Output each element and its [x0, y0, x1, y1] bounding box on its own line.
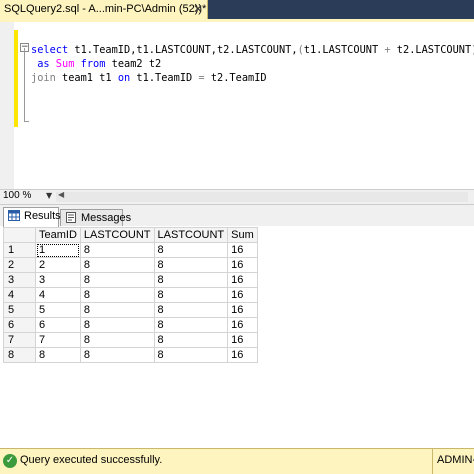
changed-lines-marker: [14, 30, 18, 127]
grid-cell[interactable]: 16: [227, 272, 258, 288]
row-number[interactable]: 2: [3, 257, 36, 273]
code-expr-2: t2.LASTCOUNT: [396, 44, 472, 56]
grid-cell[interactable]: 1: [35, 242, 81, 258]
row-number[interactable]: 6: [3, 317, 36, 333]
query-editor[interactable]: − select t1.TeamID,t1.LASTCOUNT,t2.LASTC…: [0, 22, 474, 189]
grid-icon: [8, 210, 20, 221]
scroll-left-icon[interactable]: ◀: [58, 190, 64, 199]
column-header[interactable]: LASTCOUNT: [79, 227, 155, 243]
grid-cell[interactable]: 8: [153, 242, 229, 258]
row-number[interactable]: 8: [3, 347, 36, 363]
code-join-right: t2.TeamID: [204, 72, 267, 84]
sql-code[interactable]: select t1.TeamID,t1.LASTCOUNT,t2.LASTCOU…: [31, 43, 474, 85]
table-row[interactable]: 1 1 8 8 16: [3, 242, 258, 258]
table-row[interactable]: 3 3 8 8 16: [3, 272, 258, 288]
document-tab[interactable]: SQLQuery2.sql - A...min-PC\Admin (52))* …: [0, 0, 208, 19]
grid-cell[interactable]: 16: [227, 347, 258, 363]
grid-cell[interactable]: 16: [227, 317, 258, 333]
grid-cell[interactable]: 16: [227, 257, 258, 273]
grid-cell[interactable]: 8: [79, 242, 155, 258]
messages-icon: [65, 212, 77, 223]
table-row[interactable]: 4 4 8 8 16: [3, 287, 258, 303]
column-header[interactable]: LASTCOUNT: [153, 227, 229, 243]
keyword-from: from: [74, 58, 106, 70]
code-join-table: team1 t1: [55, 72, 118, 84]
status-bar: ✓ Query executed successfully. ADMIN-: [0, 448, 474, 474]
fold-guide: [24, 48, 25, 122]
column-header[interactable]: TeamID: [35, 227, 81, 243]
grid-cell[interactable]: 8: [79, 317, 155, 333]
fold-guide-end: [24, 121, 29, 122]
grid-cell[interactable]: 16: [227, 332, 258, 348]
grid-cell[interactable]: 8: [153, 332, 229, 348]
grid-cell[interactable]: 8: [153, 287, 229, 303]
code-join-left: t1.TeamID: [130, 72, 199, 84]
zoom-bar: 100 % ▼ ◀: [0, 189, 474, 205]
keyword-select: select: [31, 44, 69, 56]
grid-cell[interactable]: 8: [153, 272, 229, 288]
table-row[interactable]: 2 2 8 8 16: [3, 257, 258, 273]
document-tab-title: SQLQuery2.sql - A...min-PC\Admin (52))*: [4, 3, 207, 15]
tab-messages-label: Messages: [81, 212, 132, 224]
tab-results[interactable]: Results: [3, 207, 61, 227]
grid-cell[interactable]: 8: [153, 347, 229, 363]
checkmark-icon: ✓: [3, 454, 17, 468]
row-number[interactable]: 1: [3, 242, 36, 258]
row-number[interactable]: 5: [3, 302, 36, 318]
grid-cell[interactable]: 16: [227, 287, 258, 303]
status-message: Query executed successfully.: [20, 454, 163, 466]
table-row[interactable]: 6 6 8 8 16: [3, 317, 258, 333]
keyword-join: join: [31, 72, 56, 84]
code-expr-1: t1.LASTCOUNT: [303, 44, 379, 56]
horizontal-scrollbar[interactable]: [56, 192, 468, 202]
grid-cell[interactable]: 2: [35, 257, 81, 273]
grid-cell[interactable]: 8: [153, 302, 229, 318]
code-line-1: select t1.TeamID,t1.LASTCOUNT,t2.LASTCOU…: [31, 43, 474, 57]
row-number[interactable]: 3: [3, 272, 36, 288]
grid-cell[interactable]: 8: [35, 347, 81, 363]
chevron-down-icon[interactable]: ▼: [46, 191, 52, 200]
tab-messages[interactable]: Messages: [60, 209, 131, 226]
grid-cell[interactable]: 8: [79, 257, 155, 273]
results-grid-area: TeamID LASTCOUNT LASTCOUNT Sum 1 1 8 8 16 2 2 8…: [0, 226, 474, 446]
grid-cell[interactable]: 6: [35, 317, 81, 333]
tab-results-label: Results: [24, 210, 61, 222]
grid-cell[interactable]: 4: [35, 287, 81, 303]
grid-corner[interactable]: [3, 227, 36, 243]
grid-cell[interactable]: 16: [227, 302, 258, 318]
code-line-3: join team1 t1 on t1.TeamID = t2.TeamID: [31, 71, 474, 85]
table-row[interactable]: 8 8 8 8 16: [3, 347, 258, 363]
results-grid[interactable]: TeamID LASTCOUNT LASTCOUNT Sum 1 1 8 8 16 2 2 8…: [3, 227, 258, 363]
code-line-2: as Sum from team2 t2: [31, 57, 474, 71]
grid-cell[interactable]: 7: [35, 332, 81, 348]
grid-cell[interactable]: 3: [35, 272, 81, 288]
document-tab-bar: SQLQuery2.sql - A...min-PC\Admin (52))* …: [0, 0, 474, 19]
row-number[interactable]: 4: [3, 287, 36, 303]
status-user: ADMIN-: [432, 449, 474, 474]
grid-cell[interactable]: 5: [35, 302, 81, 318]
close-icon[interactable]: ✕: [193, 2, 203, 16]
grid-header-row: TeamID LASTCOUNT LASTCOUNT Sum: [3, 227, 258, 243]
code-from-table: team2 t2: [105, 58, 162, 70]
grid-cell[interactable]: 8: [79, 302, 155, 318]
grid-cell[interactable]: 8: [153, 317, 229, 333]
grid-cell[interactable]: 8: [79, 347, 155, 363]
table-row[interactable]: 7 7 8 8 16: [3, 332, 258, 348]
row-number[interactable]: 7: [3, 332, 36, 348]
keyword-on: on: [117, 72, 131, 84]
grid-cell[interactable]: 16: [227, 242, 258, 258]
code-plus: +: [378, 44, 397, 56]
keyword-as: as: [31, 58, 50, 70]
column-header[interactable]: Sum: [227, 227, 258, 243]
grid-cell[interactable]: 8: [79, 332, 155, 348]
table-row[interactable]: 5 5 8 8 16: [3, 302, 258, 318]
code-columns: t1.TeamID,t1.LASTCOUNT,t2.LASTCOUNT,: [68, 44, 298, 56]
grid-cell[interactable]: 8: [79, 272, 155, 288]
results-tab-strip: Results Messages: [0, 205, 474, 227]
editor-gutter: [0, 22, 14, 189]
grid-cell[interactable]: 8: [79, 287, 155, 303]
grid-cell[interactable]: 8: [153, 257, 229, 273]
code-alias-sum: Sum: [49, 58, 75, 70]
zoom-level[interactable]: 100 %: [3, 190, 31, 201]
